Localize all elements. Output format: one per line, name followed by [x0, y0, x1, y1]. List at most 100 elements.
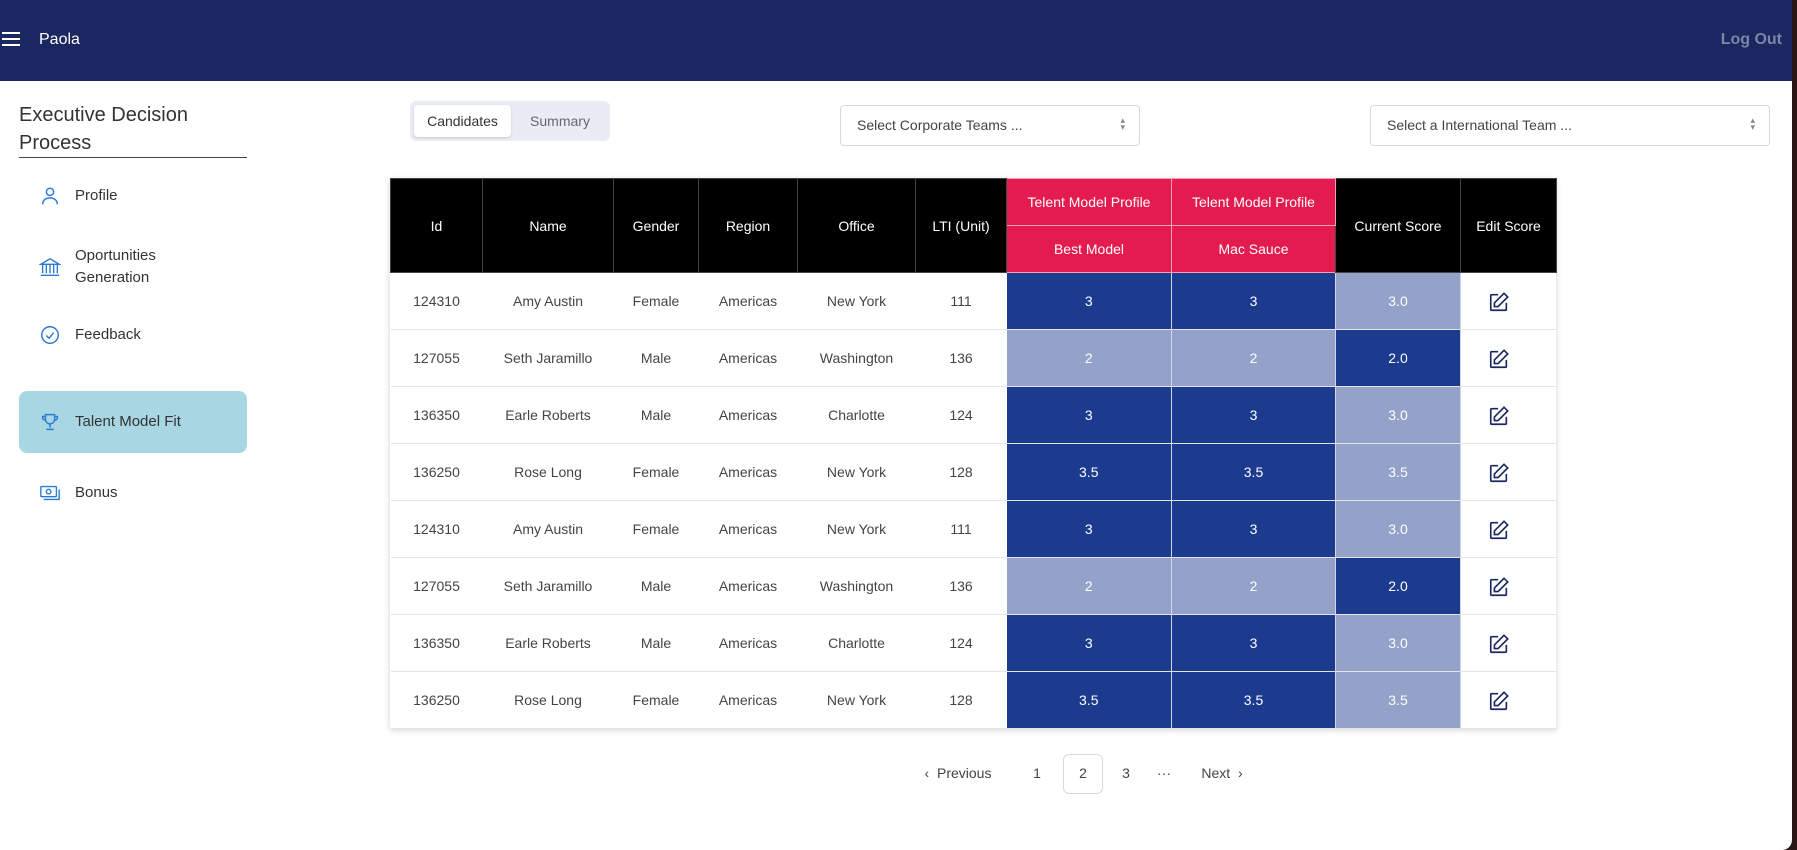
cell-gender: Female [632, 692, 680, 708]
next-page-button[interactable]: Next › [1192, 754, 1252, 792]
cell-current-score: 3.0 [1335, 614, 1461, 672]
candidates-table: Id Name Gender Region Office LTI (Unit) … [390, 178, 1557, 729]
edit-icon [1488, 462, 1510, 487]
tab-summary[interactable]: Summary [514, 105, 606, 137]
corporate-teams-select[interactable]: Select Corporate Teams ... ▴ ▾ [840, 105, 1140, 146]
sidebar-item-label: Profile [75, 187, 118, 204]
select-arrows-icon: ▴ ▾ [1120, 115, 1125, 132]
edit-score-button[interactable] [1461, 672, 1557, 729]
cell-office: Washington [819, 578, 894, 594]
header-lti[interactable]: LTI (Unit) [915, 178, 1007, 273]
user-icon [38, 184, 62, 208]
tab-candidates[interactable]: Candidates [414, 105, 511, 137]
page-1-button[interactable]: 1 [1025, 754, 1049, 792]
header-id[interactable]: Id [390, 178, 483, 273]
cell-current-score: 2.0 [1335, 557, 1461, 615]
cell-mac-sauce: 3 [1171, 272, 1336, 330]
cell-lti: 111 [950, 521, 972, 537]
top-navigation-bar: Paola Log Out [0, 0, 1792, 81]
cell-region: Americas [718, 521, 778, 537]
cell-current-score: 3.5 [1335, 671, 1461, 729]
sidebar-title: Executive Decision Process [19, 101, 247, 158]
sidebar-item-profile[interactable]: Profile [19, 165, 247, 227]
cell-office: New York [826, 464, 887, 480]
table-row: 136250 Rose Long Female Americas New York 128… [390, 671, 1557, 729]
international-team-select[interactable]: Select a International Team ... ▴ ▾ [1370, 105, 1770, 146]
sidebar-item-bonus[interactable]: Bonus [19, 462, 247, 524]
app-window: Paola Log Out Executive Decision Process… [0, 0, 1792, 850]
edit-icon [1488, 405, 1510, 430]
select-arrows-icon: ▴ ▾ [1750, 115, 1755, 132]
trophy-icon [38, 410, 62, 434]
cell-id: 124310 [413, 521, 460, 537]
edit-score-button[interactable] [1461, 330, 1557, 387]
international-team-placeholder: Select a International Team ... [1387, 117, 1572, 133]
cell-region: Americas [718, 407, 778, 423]
table-row: 136250 Rose Long Female Americas New York 128… [390, 443, 1557, 501]
edit-score-button[interactable] [1461, 387, 1557, 444]
edit-score-button[interactable] [1461, 558, 1557, 615]
ellipsis-icon: ··· [1157, 765, 1171, 781]
edit-score-button[interactable] [1461, 273, 1557, 330]
header-region[interactable]: Region [698, 178, 798, 273]
edit-icon [1488, 291, 1510, 316]
header-gender[interactable]: Gender [613, 178, 699, 273]
cell-lti: 136 [949, 350, 973, 366]
cell-id: 136350 [413, 407, 460, 423]
header-name[interactable]: Name [482, 178, 614, 273]
cell-mac-sauce: 3.5 [1171, 443, 1336, 501]
cell-lti: 111 [950, 293, 972, 309]
cell-current-score: 2.0 [1335, 329, 1461, 387]
cell-id: 124310 [413, 293, 460, 309]
cell-gender: Male [640, 407, 672, 423]
chevron-right-icon: › [1237, 765, 1243, 781]
page-3-button[interactable]: 3 [1114, 754, 1138, 792]
cell-id: 127055 [413, 350, 460, 366]
header-current-score[interactable]: Current Score [1335, 178, 1461, 273]
cell-best-model: 3.5 [1006, 671, 1172, 729]
cell-id: 136350 [413, 635, 460, 651]
cell-region: Americas [718, 350, 778, 366]
cell-office: New York [826, 293, 887, 309]
cell-best-model: 3.5 [1006, 443, 1172, 501]
table-row: 124310 Amy Austin Female Americas New York 11… [390, 500, 1557, 558]
cell-current-score: 3.0 [1335, 386, 1461, 444]
table-row: 124310 Amy Austin Female Americas New York 11… [390, 272, 1557, 330]
edit-score-button[interactable] [1461, 501, 1557, 558]
cell-lti: 124 [949, 635, 973, 651]
logout-button[interactable]: Log Out [1721, 31, 1782, 49]
edit-score-button[interactable] [1461, 444, 1557, 501]
edit-icon [1488, 348, 1510, 373]
hamburger-menu-icon[interactable] [2, 32, 20, 48]
cell-best-model: 3 [1006, 272, 1172, 330]
sidebar-item-talent-model-fit[interactable]: Talent Model Fit [19, 391, 247, 453]
table-row: 136350 Earle Roberts Male Americas Charlotte… [390, 614, 1557, 672]
cell-name: Seth Jaramillo [503, 350, 593, 366]
cell-name: Rose Long [514, 692, 582, 708]
cell-name: Amy Austin [512, 521, 584, 537]
cell-gender: Female [632, 521, 680, 537]
cell-office: Washington [819, 350, 894, 366]
previous-page-button[interactable]: ‹ Previous [918, 754, 998, 792]
sidebar-item-label: Feedback [75, 326, 141, 343]
sidebar-item-feedback[interactable]: Feedback [19, 304, 247, 366]
page-2-button[interactable]: 2 [1063, 754, 1103, 794]
cell-region: Americas [718, 578, 778, 594]
cell-region: Americas [718, 635, 778, 651]
cell-name: Amy Austin [512, 293, 584, 309]
cell-name: Earle Roberts [505, 407, 591, 423]
header-talent-model-profile-2[interactable]: Telent Model Profile [1171, 178, 1336, 226]
header-mac-sauce[interactable]: Mac Sauce [1171, 225, 1336, 273]
header-best-model[interactable]: Best Model [1006, 225, 1172, 273]
cell-gender: Male [640, 350, 672, 366]
table-row: 127055 Seth Jaramillo Male Americas Washingt… [390, 329, 1557, 387]
cell-current-score: 3.0 [1335, 272, 1461, 330]
cell-best-model: 3 [1006, 500, 1172, 558]
sidebar-item-opportunities[interactable]: Oportunities Generation [19, 236, 247, 298]
header-office[interactable]: Office [797, 178, 916, 273]
edit-icon [1488, 633, 1510, 658]
edit-score-button[interactable] [1461, 615, 1557, 672]
cell-mac-sauce: 2 [1171, 329, 1336, 387]
header-talent-model-profile-1[interactable]: Telent Model Profile [1006, 178, 1172, 226]
cell-name: Earle Roberts [505, 635, 591, 651]
